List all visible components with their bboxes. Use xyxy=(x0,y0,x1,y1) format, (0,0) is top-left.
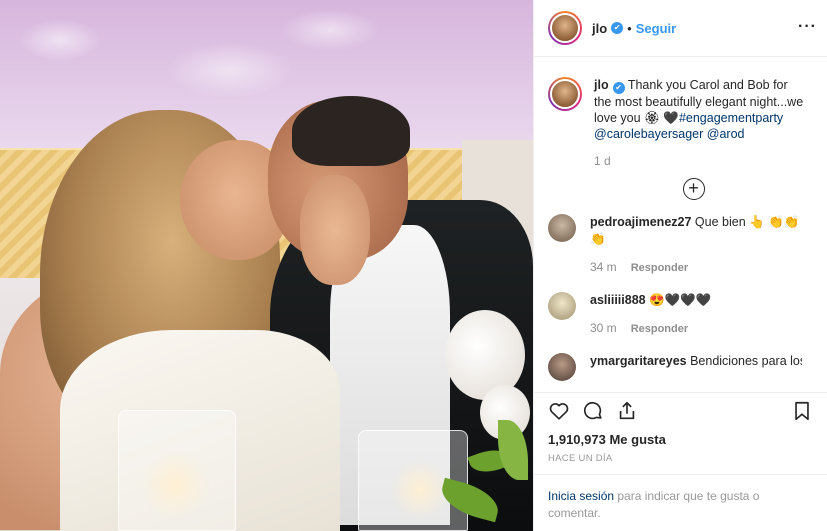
photo-candle-light xyxy=(140,450,210,520)
post-photo[interactable] xyxy=(0,0,533,531)
comment-icon[interactable] xyxy=(582,400,604,422)
verified-badge-icon: ✔ xyxy=(611,22,624,34)
comment-meta: 30 m Responder xyxy=(590,321,802,335)
comment-time[interactable]: 30 m xyxy=(590,321,617,335)
comment-item: ymargaritareyes Bendiciones para los xyxy=(548,353,813,381)
caption-time[interactable]: 1 d xyxy=(594,154,813,168)
comment-time[interactable]: 34 m xyxy=(590,260,617,274)
action-bar xyxy=(534,392,827,428)
posted-ago[interactable]: HACE UN DÍA xyxy=(534,447,827,474)
comment-text: Bendiciones para los xyxy=(686,354,802,368)
caption-text: jlo ✔ Thank you Carol and Bob for the mos… xyxy=(594,77,806,142)
commenter-avatar[interactable] xyxy=(548,292,576,320)
caption: jlo ✔ Thank you Carol and Bob for the mos… xyxy=(548,57,813,142)
instagram-post: jlo ✔ • Seguir ··· jlo ✔ Thank you Carol … xyxy=(0,0,827,531)
follow-button[interactable]: Seguir xyxy=(636,21,676,36)
comment-item: asliiiii888 😍🖤🖤🖤 30 m Responder xyxy=(548,292,813,353)
plus-circle-icon[interactable]: + xyxy=(682,178,705,200)
heart-icon[interactable] xyxy=(548,400,570,422)
more-icon[interactable]: ··· xyxy=(798,18,817,36)
caption-avatar[interactable] xyxy=(548,77,582,111)
photo-hand xyxy=(300,175,370,285)
verified-badge-icon: ✔ xyxy=(612,82,625,94)
comment-body: asliiiii888 😍🖤🖤🖤 xyxy=(590,292,802,309)
share-icon[interactable] xyxy=(616,400,638,422)
post-side-panel: jlo ✔ • Seguir ··· jlo ✔ Thank you Carol … xyxy=(533,0,827,531)
login-prompt: Inicia sesión para indicar que te gusta … xyxy=(534,474,827,531)
author-username[interactable]: jlo xyxy=(592,21,607,36)
photo-background-wall xyxy=(0,0,533,150)
commenter-avatar[interactable] xyxy=(548,214,576,242)
mention-link[interactable]: @carolebayersager xyxy=(594,127,703,141)
avatar-image xyxy=(550,79,580,109)
commenter-username[interactable]: pedroajimenez27 xyxy=(590,215,691,229)
reply-button[interactable]: Responder xyxy=(631,262,688,274)
comment-content: pedroajimenez27 Que bien 👆 👏👏👏 34 m Respo… xyxy=(590,214,802,292)
separator-dot: • xyxy=(627,20,632,36)
bookmark-icon[interactable] xyxy=(791,400,813,422)
mention-link[interactable]: @arod xyxy=(707,127,745,141)
comment-content: asliiiii888 😍🖤🖤🖤 30 m Responder xyxy=(590,292,802,353)
comments-area[interactable]: jlo ✔ Thank you Carol and Bob for the mos… xyxy=(534,57,827,392)
caption-username[interactable]: jlo xyxy=(594,78,609,92)
photo-man-hair xyxy=(292,96,410,166)
hashtag-link[interactable]: #engagementparty xyxy=(679,111,783,125)
likes-number: 1,910,973 xyxy=(548,432,606,447)
likes-label: Me gusta xyxy=(609,432,666,447)
avatar-image xyxy=(550,13,580,43)
likes-count[interactable]: 1,910,973 Me gusta xyxy=(534,428,827,447)
commenter-username[interactable]: ymargaritareyes xyxy=(590,354,687,368)
comment-body: ymargaritareyes Bendiciones para los xyxy=(590,353,802,381)
login-link[interactable]: Inicia sesión xyxy=(548,489,614,503)
comment-body: pedroajimenez27 Que bien 👆 👏👏👏 xyxy=(590,214,802,248)
reply-button[interactable]: Responder xyxy=(631,323,688,335)
commenter-avatar[interactable] xyxy=(548,353,576,381)
post-header: jlo ✔ • Seguir ··· xyxy=(534,0,827,57)
commenter-username[interactable]: asliiiii888 xyxy=(590,293,646,307)
comment-item: pedroajimenez27 Que bien 👆 👏👏👏 34 m Respo… xyxy=(548,214,813,292)
comment-text: 😍🖤🖤🖤 xyxy=(645,293,712,307)
comment-meta: 34 m Responder xyxy=(590,260,802,274)
author-avatar[interactable] xyxy=(548,11,582,45)
